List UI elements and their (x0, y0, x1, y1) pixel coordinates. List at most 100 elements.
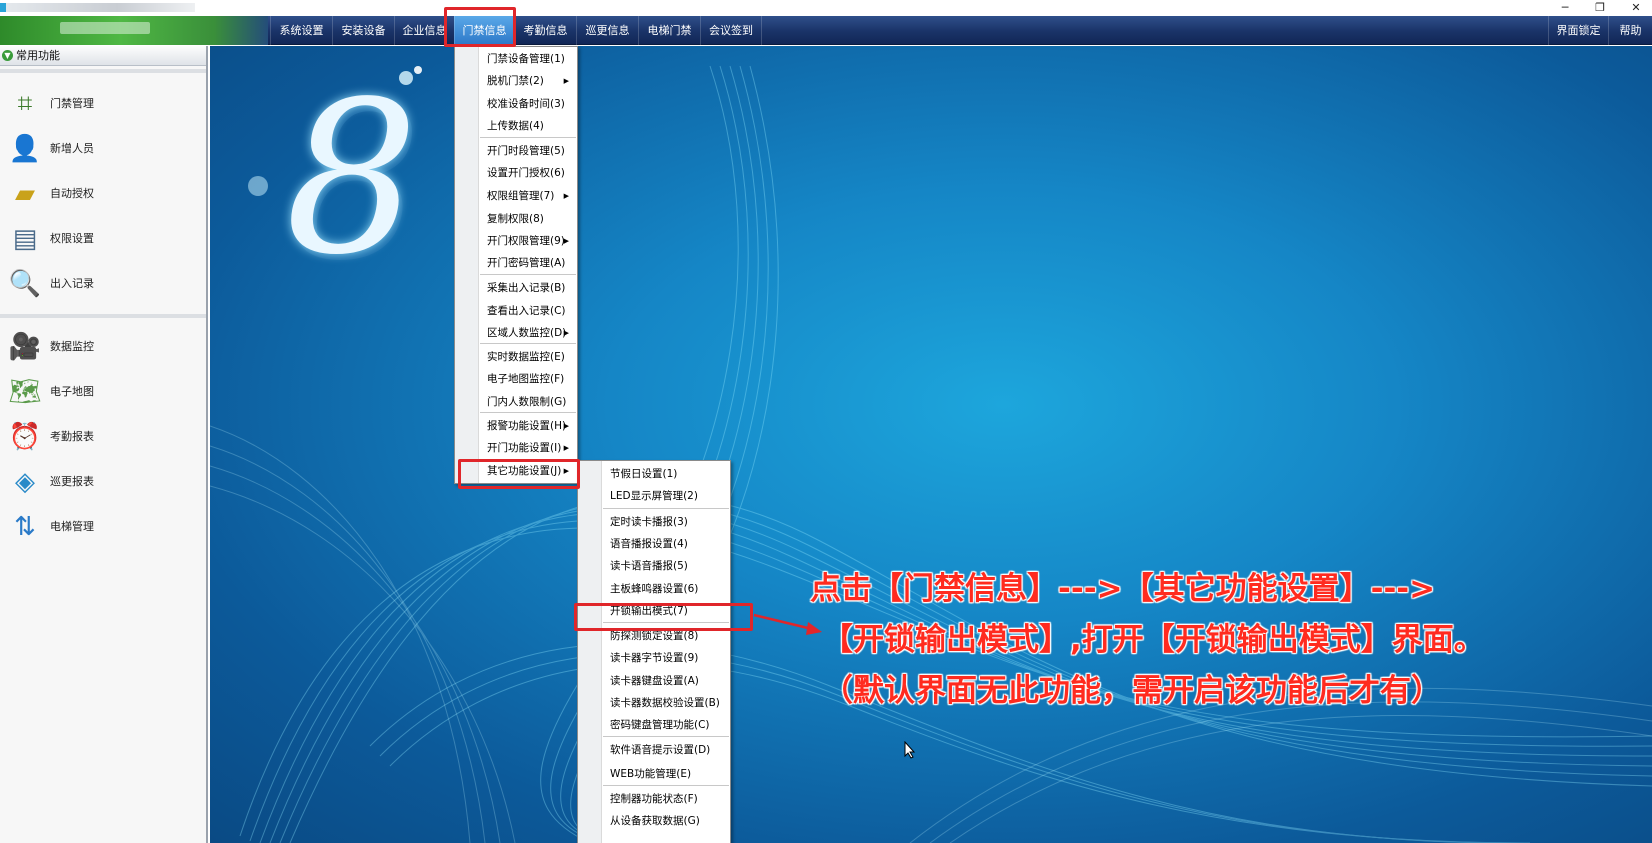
menu-item[interactable]: 校准设备时间(3) (487, 93, 575, 115)
person-icon: 👤 (8, 134, 42, 164)
window-title-blurred (0, 3, 195, 12)
menu-item[interactable]: 开门功能设置(I) ▶ (487, 437, 575, 459)
sidebar-item-data-monitor[interactable]: 🎥 数据监控 (0, 324, 206, 369)
menu-item[interactable]: WEB功能管理(E) (610, 763, 728, 785)
window-titlebar: ─ ❐ ✕ (0, 0, 1652, 16)
menu-item[interactable]: 查看出入记录(C) (487, 300, 575, 322)
menu-separator (480, 412, 576, 413)
menu-meeting-signin[interactable]: 会议签到 (700, 16, 762, 45)
menu-item[interactable]: 开门时段管理(5) (487, 140, 575, 162)
menu-item-label: 读卡器键盘设置(A) (610, 675, 699, 687)
sidebar-header-label: 常用功能 (16, 49, 60, 62)
menu-item-label: 实时数据监控(E) (487, 351, 565, 363)
collapse-icon[interactable]: ▼ (2, 50, 13, 61)
sidebar-item-label: 权限设置 (50, 232, 94, 245)
sidebar-item-patrol-report[interactable]: ◈ 巡更报表 (0, 459, 206, 504)
menu-item[interactable]: 密码键盘管理功能(C) (610, 714, 728, 736)
highlight-other-settings (458, 459, 580, 489)
menu-item-label: 定时读卡播报(3) (610, 516, 688, 528)
menu-item[interactable]: 报警功能设置(H) ▶ (487, 415, 575, 437)
sidebar-divider (0, 314, 206, 318)
menu-separator (603, 508, 729, 509)
sidebar-item-add-person[interactable]: 👤 新增人员 (0, 126, 206, 171)
menu-item[interactable]: 门内人数限制(G) (487, 391, 575, 413)
annotation-line1: 点击【门禁信息】--->【其它功能设置】---> (810, 571, 1436, 607)
menu-item[interactable]: 上传数据(4) (487, 115, 575, 137)
sidebar-item-auto-authorize[interactable]: ▰ 自动授权 (0, 171, 206, 216)
menu-item-label: 开门时段管理(5) (487, 145, 565, 157)
sidebar-item-access-records[interactable]: 🔍 出入记录 (0, 261, 206, 306)
sidebar-item-attendance-report[interactable]: ⏰ 考勤报表 (0, 414, 206, 459)
menu-item[interactable]: 实时数据监控(E) (487, 346, 575, 368)
menu-item-label: 从设备获取数据(G) (610, 815, 700, 827)
menu-help[interactable]: 帮助 (1608, 16, 1652, 45)
app-logo-area (0, 16, 268, 45)
menu-item[interactable]: 读卡器键盘设置(A) (610, 670, 728, 692)
menu-item[interactable]: 读卡语音播报(5) (610, 555, 728, 577)
menu-item[interactable]: 脱机门禁(2) ▶ (487, 70, 575, 92)
menu-item-label: 节假日设置(1) (610, 468, 678, 480)
menu-elevator-access[interactable]: 电梯门禁 (638, 16, 700, 45)
menu-item[interactable]: 主板蜂鸣器设置(6) (610, 578, 728, 600)
menu-item[interactable]: 定时读卡播报(3) (610, 511, 728, 533)
sidebar-item-electronic-map[interactable]: 🗺 电子地图 (0, 369, 206, 414)
close-icon[interactable]: ✕ (1627, 1, 1645, 14)
menu-item[interactable]: 电子地图监控(F) (487, 368, 575, 390)
menu-item[interactable]: 设置开门授权(6) (487, 162, 575, 184)
elevator-icon: ⇅ (14, 512, 36, 542)
menu-separator (603, 785, 729, 786)
highlight-access-info (444, 7, 516, 47)
menu-item-label: 读卡器字节设置(9) (610, 652, 699, 664)
sidebar-item-label: 自动授权 (50, 187, 94, 200)
menu-item-label: 开门功能设置(I) (487, 442, 562, 454)
menu-item[interactable]: 语音播报设置(4) (610, 533, 728, 555)
menu-item[interactable]: 节假日设置(1) (610, 463, 728, 485)
desktop-background: 8 (210, 46, 1652, 843)
menu-item[interactable]: 权限组管理(7) ▶ (487, 185, 575, 207)
menu-item[interactable]: 软件语音提示设置(D) (610, 739, 728, 761)
restore-icon[interactable]: ❐ (1591, 1, 1609, 14)
submenu-arrow-icon: ▶ (563, 329, 569, 337)
menu-item[interactable]: 复制权限(8) (487, 208, 575, 230)
menu-item-label: 电子地图监控(F) (487, 373, 565, 385)
minimize-icon[interactable]: ─ (1556, 1, 1574, 14)
sidebar-header[interactable]: ▼ 常用功能 (0, 46, 206, 66)
menu-item-label: 报警功能设置(H) (487, 420, 567, 432)
menu-item-label: WEB功能管理(E) (610, 768, 692, 780)
menu-item-label: 读卡器数据校验设置(B) (610, 697, 720, 709)
menu-separator (480, 274, 576, 275)
sidebar-item-label: 门禁管理 (50, 97, 94, 110)
menu-item[interactable]: 读卡器数据校验设置(B) (610, 692, 728, 714)
menu-separator (480, 137, 576, 138)
menu-item[interactable]: 控制器功能状态(F) (610, 788, 728, 810)
menu-item-label: 控制器功能状态(F) (610, 793, 698, 805)
menu-item[interactable]: LED显示屏管理(2) (610, 485, 728, 507)
sidebar-item-label: 出入记录 (50, 277, 94, 290)
menu-lock-screen[interactable]: 界面锁定 (1548, 16, 1608, 45)
menu-item-label: LED显示屏管理(2) (610, 490, 698, 502)
menu-system-settings[interactable]: 系统设置 (270, 16, 332, 45)
sidebar-item-permission-settings[interactable]: ▤ 权限设置 (0, 216, 206, 261)
menu-patrol-info[interactable]: 巡更信息 (576, 16, 638, 45)
menu-item[interactable]: 门禁设备管理(1) (487, 48, 575, 70)
menu-item[interactable]: 区域人数监控(D) ▶ (487, 322, 575, 344)
menu-item-label: 防探测锁定设置(8) (610, 630, 699, 642)
submenu-arrow-icon: ▶ (563, 444, 569, 452)
logo-eight: 8 (285, 56, 419, 301)
menu-attendance-info[interactable]: 考勤信息 (514, 16, 576, 45)
sidebar-item-label: 数据监控 (50, 340, 94, 353)
menu-item[interactable]: 从设备获取数据(G) (610, 810, 728, 832)
sidebar-item-elevator-management[interactable]: ⇅ 电梯管理 (0, 504, 206, 549)
menu-item[interactable]: 采集出入记录(B) (487, 277, 575, 299)
menu-item[interactable]: 开门密码管理(A) (487, 252, 575, 274)
menu-install-device[interactable]: 安装设备 (332, 16, 394, 45)
sidebar-item-access-management[interactable]: ⌗ 门禁管理 (0, 81, 206, 126)
menu-item[interactable]: 开门权限管理(9) ▶ (487, 230, 575, 252)
annotation-line3: （默认界面无此功能，需开启该功能后才有） (822, 673, 1442, 709)
menu-item[interactable]: 读卡器字节设置(9) (610, 647, 728, 669)
sidebar-item-label: 考勤报表 (50, 430, 94, 443)
menu-item-label: 校准设备时间(3) (487, 98, 565, 110)
mouse-cursor-icon (904, 741, 916, 759)
menu-separator (603, 736, 729, 737)
menu-item-label: 语音播报设置(4) (610, 538, 688, 550)
